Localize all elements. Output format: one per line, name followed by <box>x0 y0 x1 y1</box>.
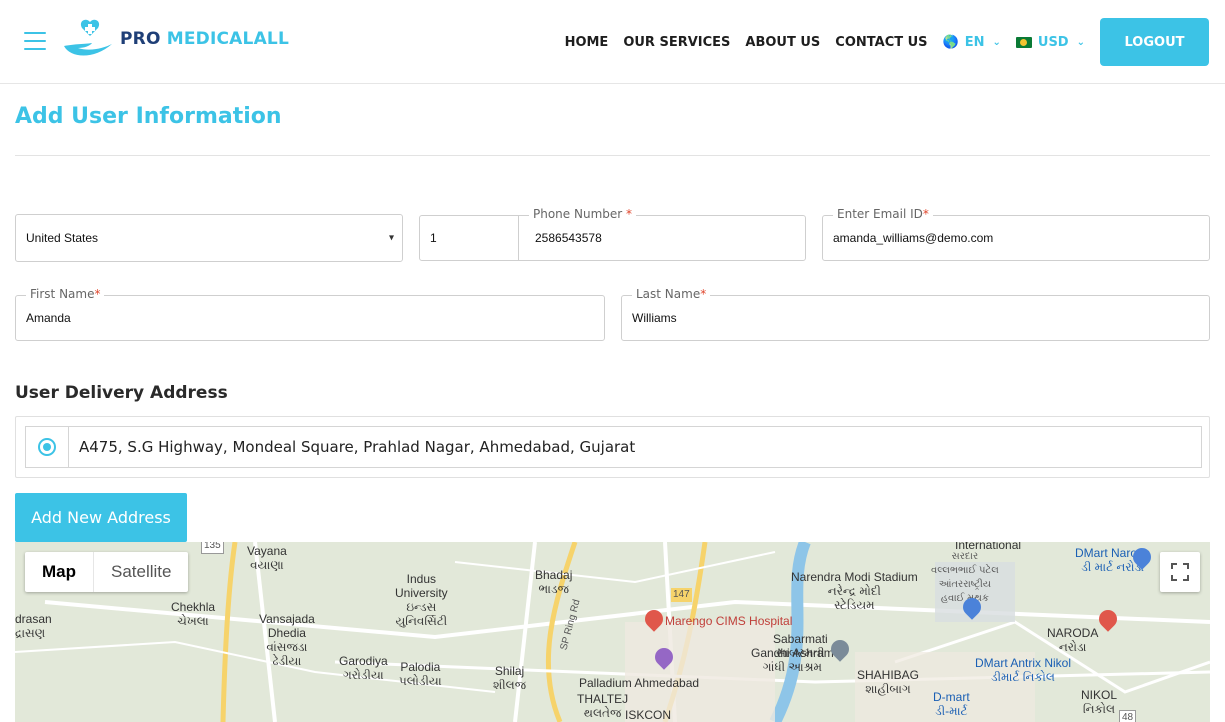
map-road-147: 147 <box>671 588 692 602</box>
nav-contact-us[interactable]: CONTACT US <box>835 35 927 50</box>
phone-number-value: 2586543578 <box>535 231 602 245</box>
chevron-down-icon: ▾ <box>388 232 394 244</box>
email-label: Enter Email ID* <box>833 207 933 221</box>
divider <box>15 155 1210 156</box>
map-label-dmart-nikol: DMart Antrix Nikol ડીમાર્ટ નિકોલ <box>975 656 1072 684</box>
language-value: EN <box>964 34 985 50</box>
nav-our-services[interactable]: OUR SERVICES <box>623 35 730 50</box>
currency-value: USD <box>1037 34 1069 50</box>
map-label-iskcon: ISKCON <box>625 708 672 722</box>
currency-selector[interactable]: USD ⌄ <box>1015 34 1085 50</box>
map-type-control: Map Satellite <box>25 552 189 592</box>
flag-icon <box>1015 36 1032 48</box>
first-name-label: First Name* <box>26 287 105 301</box>
logout-button[interactable]: LOGOUT <box>1100 18 1209 66</box>
globe-icon: 🌎 <box>942 34 959 50</box>
phone-number-label: Phone Number * <box>529 207 637 221</box>
map-label-thaltej: THALTEJ થલતેજ <box>577 692 629 720</box>
map-label-nikol: NIKOL નિકોલ <box>1081 688 1118 716</box>
email-input[interactable]: Enter Email ID* amanda_williams@demo.com <box>822 207 1210 261</box>
map-type-map[interactable]: Map <box>25 552 94 592</box>
map-label-palladium: Palladium Ahmedabad <box>579 676 700 690</box>
map-label-shahibag: SHAHIBAG શાહીબાગ <box>857 668 920 696</box>
map-label-indus: Indus University ઇન્ડસ યુનિવર્સિટી <box>395 572 448 628</box>
last-name-input[interactable]: Last Name* Williams <box>621 287 1210 341</box>
address-radio[interactable] <box>38 438 56 456</box>
language-selector[interactable]: 🌎 EN ⌄ <box>943 35 1001 50</box>
last-name-value: Williams <box>632 311 677 325</box>
last-name-label: Last Name* <box>632 287 711 301</box>
delivery-address-title: User Delivery Address <box>15 383 228 403</box>
map-label-narendra-modi-stadium: Narendra Modi Stadium નરેન્દ્ર મોદી સ્ટેડ… <box>791 570 918 612</box>
page-title: Add User Information <box>15 104 282 129</box>
first-name-input[interactable]: First Name* Amanda <box>15 287 605 341</box>
address-text-field[interactable]: A475, S.G Highway, Mondeal Square, Prahl… <box>68 426 1202 468</box>
logo-text: PRO MEDICALALL <box>120 29 289 49</box>
map-road-48: 48 <box>1119 710 1137 722</box>
fullscreen-button[interactable] <box>1160 552 1200 592</box>
map-type-satellite[interactable]: Satellite <box>94 552 188 592</box>
address-radio-cell[interactable] <box>25 426 68 468</box>
map-road-135: 135 <box>201 542 224 554</box>
chevron-down-icon: ⌄ <box>1076 36 1085 48</box>
map-label-vansajada: Vansajada Dhedia વાંસજડા ઢેડીયા <box>259 612 315 668</box>
map-label-bhadaj: Bhadaj ભાડજ <box>535 568 573 596</box>
map-label-sardar-airport: સરદાર વલ્લભભાઈ પટેલ આંતરરાષ્ટ્રીય હવાઈ મ… <box>931 551 999 604</box>
map[interactable]: Map Satellite Vayana વયાણા Bhadaj ભાડજ Ind… <box>15 542 1210 722</box>
menu-icon[interactable] <box>24 32 46 50</box>
map-label-vayana: Vayana વયાણા <box>247 544 287 572</box>
country-code-value: 1 <box>430 231 437 245</box>
address-option: A475, S.G Highway, Mondeal Square, Prahl… <box>15 416 1210 478</box>
map-label-garodiya: Garodiya ગરોડીયા <box>339 654 388 682</box>
map-label-gandhi-ashram: Gandhi Ashram ગાંધી આશ્રમ <box>751 646 834 674</box>
chevron-down-icon: ⌄ <box>992 36 1001 48</box>
nav-home[interactable]: HOME <box>565 35 609 50</box>
country-code-input[interactable]: 1 <box>419 215 519 261</box>
country-value: United States <box>26 231 99 245</box>
email-value: amanda_williams@demo.com <box>833 231 994 245</box>
map-label-palodia: Palodia પલોડીયા <box>399 660 442 688</box>
map-label-dmart: D-mart ડી-માર્ટ <box>933 690 970 718</box>
hand-heart-logo-icon <box>64 19 112 56</box>
country-select[interactable]: United States ▾ <box>15 214 403 262</box>
add-new-address-button[interactable]: Add New Address <box>15 493 187 542</box>
map-label-naroda: NARODA નરોડા <box>1047 626 1099 654</box>
nav-about-us[interactable]: ABOUT US <box>745 35 820 50</box>
site-header: PRO MEDICALALL HOME OUR SERVICES ABOUT U… <box>0 0 1225 84</box>
main-nav: HOME OUR SERVICES ABOUT US CONTACT US 🌎 … <box>565 0 1225 84</box>
site-logo[interactable]: PRO MEDICALALL <box>60 18 289 60</box>
map-label-shilaj: Shilaj શીલજ <box>493 664 527 692</box>
first-name-value: Amanda <box>26 311 71 325</box>
map-label-chekhla: Chekhla ચેખલા <box>171 600 216 628</box>
map-label-marengo: Marengo CIMS Hospital <box>665 614 793 628</box>
phone-number-input[interactable]: Phone Number * 2586543578 <box>518 207 806 261</box>
map-label-drasan: drasan દ્રાસણ <box>15 612 52 640</box>
fullscreen-icon <box>1171 563 1189 581</box>
